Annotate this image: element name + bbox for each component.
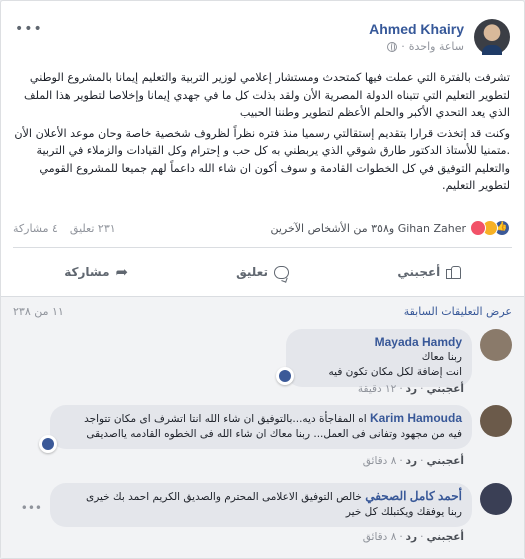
comment-text: خالص التوفيق الاعلامى المحترم والصديق ال… [86,491,362,503]
comment-icon [273,265,289,279]
comment-bubble: Karim Hamouda اه المفاجأة ديه...بالتوفيق… [50,405,472,449]
comment-item: Mayada Hamdy ربنا معاك انت إضافة لكل مكا… [13,329,512,399]
like-reaction-icon [42,438,54,450]
more-dots-icon[interactable]: ••• [15,21,43,37]
comment-reply-link[interactable]: رد [406,531,417,543]
comment-author[interactable]: أحمد كامل الصحفي [365,489,462,503]
comment-text: ربنا يوفقك ويكتبلك كل خير [345,506,462,518]
commenter-avatar[interactable] [480,329,512,361]
comment-reply-link[interactable]: رد [406,383,417,395]
reactions-row: 👍 Gihan Zaher و٣٥٨ من الأشخاص الآخرين ٢٣… [13,218,510,238]
comment-time[interactable]: ٨ دقائق [363,531,397,543]
author-name[interactable]: Ahmed Khairy [369,21,464,37]
reaction-names[interactable]: Gihan Zaher و٣٥٨ من الأشخاص الآخرين [270,222,466,235]
author-avatar[interactable] [474,19,510,55]
post-paragraph: تشرفت بالفترة التي عملت فيها كمتحدث ومست… [23,71,510,119]
post-counts: ٢٣١ تعليق ٤ مشاركة [13,222,116,235]
love-reaction-icon [470,220,486,236]
comment-text: ربنا معاك [421,351,462,363]
post-card: Ahmed Khairy ساعة واحدة · ••• تشرفت بالف… [0,0,525,559]
post-timestamp-row: ساعة واحدة · [369,40,464,53]
comments-count[interactable]: ٢٣١ تعليق [70,222,116,235]
previous-comments-row: عرض التعليقات السابقة ١١ من ٢٣٨ [13,305,512,321]
like-reaction-icon [279,370,291,382]
globe-icon[interactable] [387,41,398,52]
comment-reaction-badge[interactable] [39,435,57,453]
share-icon: ➦ [115,263,129,281]
comment-button[interactable]: تعليق [179,256,345,288]
comment-meta: أعجبني·رد·٨ دقائق [362,455,464,467]
shares-count[interactable]: ٤ مشاركة [13,222,58,235]
author-meta: Ahmed Khairy ساعة واحدة · [369,21,464,53]
view-previous-comments-link[interactable]: عرض التعليقات السابقة [404,305,512,321]
comment-author[interactable]: Karim Hamouda [370,411,462,425]
comment-label: تعليق [236,265,268,279]
more-dots-icon[interactable]: ••• [21,501,42,515]
share-label: مشاركة [64,265,110,279]
like-label: أعجبني [397,265,441,279]
comment-bubble: Mayada Hamdy ربنا معاك انت إضافة لكل مكا… [286,329,472,387]
comment-reaction-badge[interactable] [276,367,294,385]
post-text: تشرفت بالفترة التي عملت فيها كمتحدث ومست… [13,69,510,195]
comment-meta: أعجبني·رد·١٢ دقيقة [357,383,464,395]
comment-item: أحمد كامل الصحفي خالص التوفيق الاعلامى ا… [13,483,512,553]
divider [13,247,512,248]
action-bar: أعجبني تعليق ➦ مشاركة [13,256,512,288]
like-button[interactable]: أعجبني [346,256,512,288]
comment-reply-link[interactable]: رد [406,455,417,467]
comment-text: انت إضافة لكل مكان تكون فيه [328,366,462,378]
comments-progress: ١١ من ٢٣٨ [13,305,64,318]
share-button[interactable]: ➦ مشاركة [13,256,179,288]
comment-text: فيه من مجهود وتفانى فى العمل... ربنا معا… [86,428,462,440]
thumbs-up-icon [446,265,462,279]
post-timestamp[interactable]: ساعة واحدة [409,40,464,53]
comment-text: اه المفاجأة ديه...بالتوفيق ان شاء الله ا… [84,413,367,425]
post-header: Ahmed Khairy ساعة واحدة · ••• [15,15,510,59]
comment-author[interactable]: Mayada Hamdy [296,335,462,350]
comment-meta: أعجبني·رد·٨ دقائق [362,531,464,543]
comment-item: Karim Hamouda اه المفاجأة ديه...بالتوفيق… [13,405,512,477]
commenter-avatar[interactable] [480,405,512,437]
comment-bubble: أحمد كامل الصحفي خالص التوفيق الاعلامى ا… [50,483,472,527]
commenter-avatar[interactable] [480,483,512,515]
comment-time[interactable]: ٨ دقائق [363,455,397,467]
post-paragraph: وكنت قد إتخذت قرارا بتقديم إستقالتي رسمي… [14,126,510,193]
comment-like-link[interactable]: أعجبني [426,531,464,543]
comments-section: عرض التعليقات السابقة ١١ من ٢٣٨ Mayada H… [1,296,524,558]
comment-like-link[interactable]: أعجبني [426,383,464,395]
comment-time[interactable]: ١٢ دقيقة [358,383,396,395]
comment-like-link[interactable]: أعجبني [426,455,464,467]
reaction-icons[interactable]: 👍 [470,220,510,236]
